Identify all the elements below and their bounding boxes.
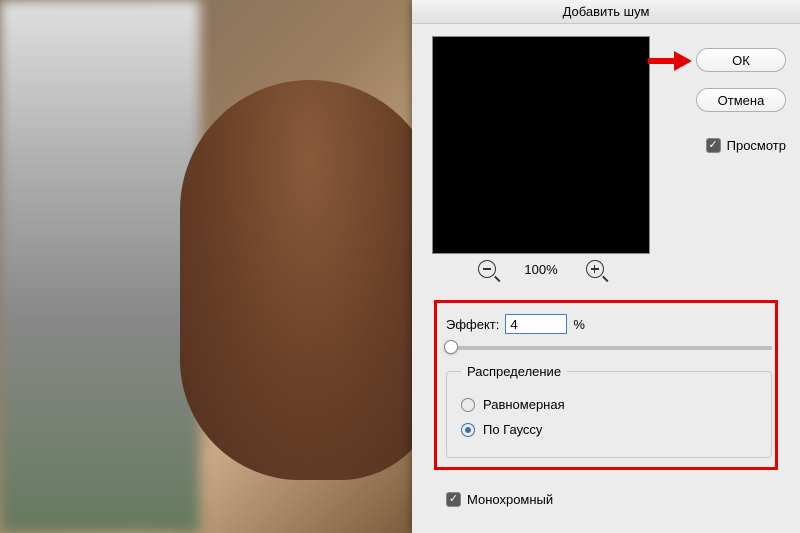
radio-checked-icon [461, 423, 475, 437]
preview-label: Просмотр [727, 138, 786, 153]
effect-amount-input[interactable] [505, 314, 567, 334]
ok-button[interactable]: ОК [696, 48, 786, 72]
monochrome-label: Монохромный [467, 492, 553, 507]
annotation-arrow [648, 54, 692, 68]
checkbox-checked-icon: ✓ [706, 138, 721, 153]
effect-slider-track[interactable] [446, 346, 772, 350]
zoom-controls: 100% [432, 260, 650, 278]
distribution-group-label: Распределение [461, 364, 567, 379]
preview-checkbox-row[interactable]: ✓ Просмотр [706, 138, 786, 153]
distribution-option-uniform[interactable]: Равномерная [461, 397, 757, 412]
zoom-in-icon[interactable] [586, 260, 604, 278]
effect-slider-thumb[interactable] [444, 340, 458, 354]
distribution-group: Распределение Равномерная По Гауссу [446, 364, 772, 458]
distribution-option-gaussian[interactable]: По Гауссу [461, 422, 757, 437]
effect-unit: % [573, 317, 585, 332]
effect-label: Эффект: [446, 317, 499, 332]
effect-amount-row: Эффект: % [446, 314, 585, 334]
add-noise-dialog: Добавить шум ОК Отмена ✓ Просмотр 100% Э… [412, 0, 800, 533]
radio-label: По Гауссу [483, 422, 542, 437]
cancel-button[interactable]: Отмена [696, 88, 786, 112]
radio-label: Равномерная [483, 397, 565, 412]
zoom-level-label: 100% [524, 262, 557, 277]
zoom-out-icon[interactable] [478, 260, 496, 278]
radio-unchecked-icon [461, 398, 475, 412]
background-photo-hair [180, 80, 440, 480]
noise-preview [432, 36, 650, 254]
checkbox-checked-icon: ✓ [446, 492, 461, 507]
monochrome-checkbox-row[interactable]: ✓ Монохромный [446, 492, 553, 507]
dialog-title: Добавить шум [412, 0, 800, 24]
